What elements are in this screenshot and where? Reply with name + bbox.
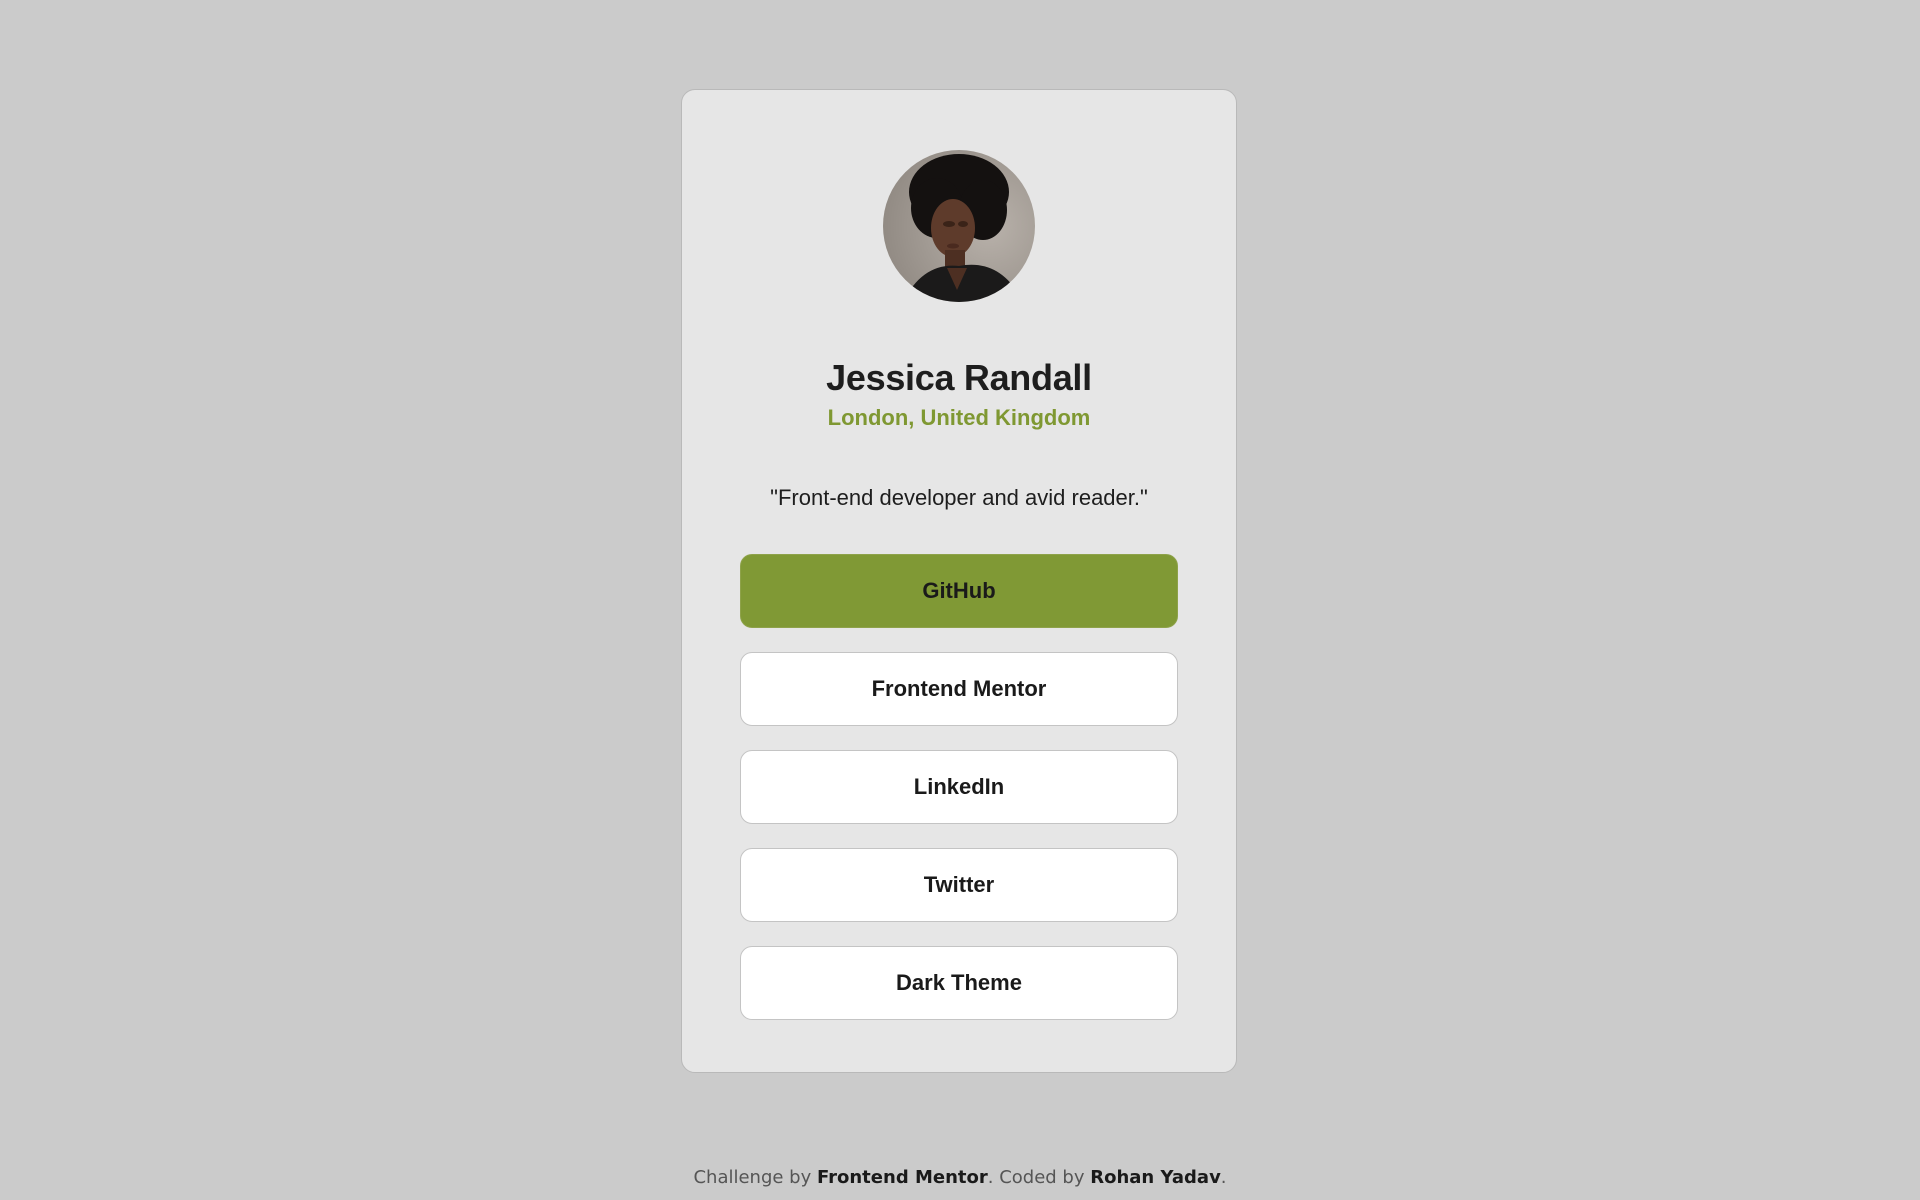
page: Jessica Randall London, United Kingdom "… <box>0 0 1920 1200</box>
dark-theme-button[interactable]: Dark Theme <box>740 946 1178 1020</box>
footer-prefix: Challenge by <box>693 1167 817 1188</box>
profile-location: London, United Kingdom <box>827 405 1091 430</box>
profile-card: Jessica Randall London, United Kingdom "… <box>681 89 1237 1073</box>
author-link[interactable]: Rohan Yadav <box>1090 1167 1221 1188</box>
avatar-image <box>883 150 1035 302</box>
social-links: GitHub Frontend Mentor LinkedIn Twitter … <box>740 554 1178 1020</box>
profile-bio: "Front-end developer and avid reader." <box>770 485 1148 510</box>
attribution-footer: Challenge by Frontend Mentor. Coded by R… <box>0 1166 1920 1190</box>
frontend-mentor-link-text: Frontend Mentor <box>816 1167 988 1188</box>
profile-name: Jessica Randall <box>826 357 1092 398</box>
twitter-button[interactable]: Twitter <box>740 848 1178 922</box>
frontend-mentor-link[interactable]: Frontend Mentor <box>817 1167 988 1188</box>
footer-suffix: . <box>1220 1167 1227 1188</box>
linkedin-button[interactable]: LinkedIn <box>740 750 1178 824</box>
github-button[interactable]: GitHub <box>740 554 1178 628</box>
avatar <box>883 150 1035 302</box>
footer-middle: . Coded by <box>987 1167 1091 1188</box>
author-link-text: Rohan Yadav <box>1090 1167 1221 1188</box>
frontend-mentor-button[interactable]: Frontend Mentor <box>740 652 1178 726</box>
